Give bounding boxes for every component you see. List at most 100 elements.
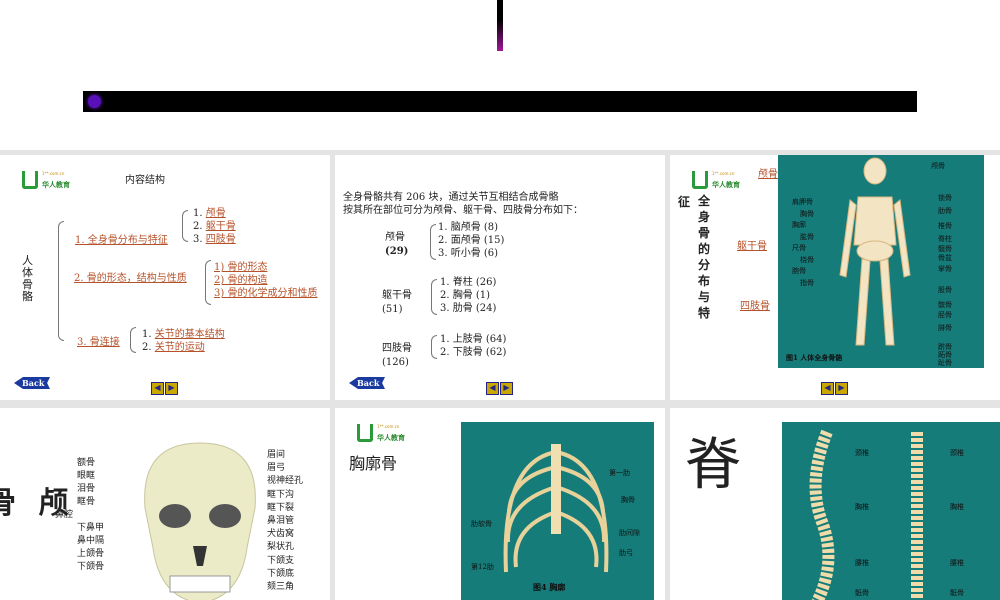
num: 1. xyxy=(142,329,155,340)
link-limbs[interactable]: 四肢骨 xyxy=(206,234,236,245)
num: 2. xyxy=(142,342,155,353)
slide-title: 全身骨的分布与特 xyxy=(698,194,711,320)
label-right: 腓骨 xyxy=(938,324,952,332)
brace xyxy=(430,224,436,260)
root-label: 人体骨骼 xyxy=(22,254,33,303)
label-right: 眉弓 xyxy=(267,463,286,474)
label-left: 鼻中隔 xyxy=(77,536,105,546)
link-section-2[interactable]: 2. 骨的形态，结构与性质 xyxy=(74,269,187,284)
list-item: 3. 听小骨 (6) xyxy=(438,248,499,259)
label-right: 颅骨 xyxy=(931,162,945,170)
label-left: 泪骨 xyxy=(77,484,96,494)
skull-illustration xyxy=(144,442,256,600)
label-cervical: 颈椎 xyxy=(950,449,964,457)
logo: 1**.com.cn 华人教育 xyxy=(22,169,82,193)
slide-thumbnail-2[interactable]: 全身骨骼共有 206 块，通过关节互相结合成骨骼 按其所在部位可分为颅骨、躯干骨… xyxy=(335,155,665,400)
brace xyxy=(431,335,437,359)
label-right: 犬齿窝 xyxy=(267,529,295,540)
brace xyxy=(58,221,64,341)
prev-button[interactable]: ◀ xyxy=(151,382,164,395)
label-thoracic: 胸椎 xyxy=(855,503,869,511)
label-left: 下颌骨 xyxy=(77,562,105,572)
link-bone-shape[interactable]: 1) 骨的形态 xyxy=(214,261,317,274)
figure-caption: 图4 胸廓 xyxy=(533,582,566,592)
next-button[interactable]: ▶ xyxy=(500,382,513,395)
label-right: 趾骨 xyxy=(938,359,952,367)
label-sacrum: 骶骨 xyxy=(950,589,964,597)
group-count: (29) xyxy=(385,246,409,257)
link-limbs[interactable]: 四肢骨 xyxy=(740,297,770,312)
num: 2. xyxy=(193,221,206,232)
label-right: 下颌支 xyxy=(267,555,295,566)
link-skull[interactable]: 颅骨 xyxy=(758,165,778,180)
label-right: 股骨 xyxy=(938,286,952,294)
next-button[interactable]: ▶ xyxy=(835,382,848,395)
list-item: 2. 面颅骨 (15) xyxy=(438,235,505,246)
label-right: 胫骨 xyxy=(938,311,952,319)
link-bone-structure[interactable]: 2) 骨的构造 xyxy=(214,274,317,287)
label-right: 眉间 xyxy=(267,450,286,460)
label-left: 肩胛骨 xyxy=(792,198,813,206)
slide-thumbnail-4[interactable]: 骨 颅 额骨 眼眶 泪骨 眶骨 鼻腔 下鼻甲 鼻中隔 上颌骨 下颌骨 眉间 眉弓 视神经孔 眶下沟 眶下… xyxy=(0,408,330,600)
label-right: 髌骨 xyxy=(938,301,952,309)
prev-button[interactable]: ◀ xyxy=(821,382,834,395)
label: 肋弓 xyxy=(619,549,633,557)
list-item: 2. 下肢骨 (62) xyxy=(440,347,507,358)
list-item: 1. 脊柱 (26) xyxy=(440,277,497,288)
slide-title: 脊 xyxy=(685,433,741,498)
decorative-horizontal-bar xyxy=(83,91,917,112)
intro-line-2: 按其所在部位可分为颅骨、躯干骨、四肢骨分布如下： xyxy=(343,205,583,216)
prev-button[interactable]: ◀ xyxy=(486,382,499,395)
slide-thumbnail-6[interactable]: 脊 颈椎 胸椎 腰椎 骶骨 颈椎 胸椎 腰椎 骶骨 xyxy=(670,408,1000,600)
figure-caption: 图1 人体全身骨骼 xyxy=(786,353,843,362)
brace xyxy=(182,210,188,242)
link-trunk[interactable]: 躯干骨 xyxy=(737,237,767,252)
label-right: 眶下裂 xyxy=(267,502,295,513)
back-button[interactable]: Back xyxy=(349,377,385,389)
link-section-3[interactable]: 3. 骨连接 xyxy=(77,333,120,348)
slide-thumbnail-3[interactable]: 1**.com.cn 华人教育 征 全身骨的分布与特 颅骨 躯干骨 四肢骨 图1 … xyxy=(670,155,1000,400)
brace xyxy=(205,260,211,305)
link-skull[interactable]: 颅骨 xyxy=(206,208,226,219)
slide-title: 胸廓骨 xyxy=(349,454,398,473)
group-name: 颅骨 xyxy=(385,232,405,243)
slide-thumbnail-1[interactable]: 1**.com.cn 华人教育 内容结构 人体骨骼 1. 全身骨分布与特征 1. … xyxy=(0,155,330,400)
slide-thumbnail-5[interactable]: 1**.com.cn 华人教育 胸廓骨 第一肋 胸骨 肋间隙 肋弓 肋软骨 第12… xyxy=(335,408,665,600)
label-left: 上颌骨 xyxy=(77,549,105,559)
list-item: 3. 肋骨 (24) xyxy=(440,303,497,314)
label-right: 眶下沟 xyxy=(267,489,295,500)
label-right: 颏三角 xyxy=(267,582,295,593)
logo: 1**.com.cn 华人教育 xyxy=(692,169,752,193)
group-count: (51) xyxy=(382,304,403,315)
brace xyxy=(431,279,437,315)
link-trunk[interactable]: 躯干骨 xyxy=(206,221,236,232)
list-item: 1. 脑颅骨 (8) xyxy=(438,222,499,233)
list-item: 1. 上肢骨 (64) xyxy=(440,334,507,345)
link-section-1[interactable]: 1. 全身骨分布与特征 xyxy=(75,231,168,246)
num: 1. xyxy=(193,208,206,219)
label-right: 梨状孔 xyxy=(267,542,295,553)
presentation-title-area xyxy=(0,0,1000,150)
label-left: 指骨 xyxy=(800,278,814,287)
link-joint-movement[interactable]: 关节的运动 xyxy=(155,342,205,353)
label-left: 眶骨 xyxy=(77,497,96,507)
nav-buttons: ◀ ▶ xyxy=(151,382,178,395)
label-cervical: 颈椎 xyxy=(855,449,869,457)
label-right: 锁骨 xyxy=(938,194,952,202)
link-bone-chemistry[interactable]: 3) 骨的化学成分和性质 xyxy=(214,287,317,300)
back-button[interactable]: Back xyxy=(14,377,50,389)
group-name: 四肢骨 xyxy=(382,343,412,354)
link-joint-structure[interactable]: 关节的基本结构 xyxy=(155,329,225,340)
label-left: 尺骨 xyxy=(792,244,806,252)
next-button[interactable]: ▶ xyxy=(165,382,178,395)
label-right: 肋骨 xyxy=(938,207,952,215)
label: 第一肋 xyxy=(609,469,630,477)
ribcage-figure: 第一肋 胸骨 肋间隙 肋弓 肋软骨 第12肋 图4 胸廓 xyxy=(461,422,654,600)
label: 胸骨 xyxy=(621,496,635,504)
label-lumbar: 腰椎 xyxy=(950,559,964,567)
ribcage-illustration xyxy=(503,444,609,573)
brace xyxy=(130,327,136,353)
nav-buttons: ◀ ▶ xyxy=(486,382,513,395)
label-right: 椎骨 xyxy=(938,222,952,230)
label-right: 鼻泪管 xyxy=(267,516,295,527)
